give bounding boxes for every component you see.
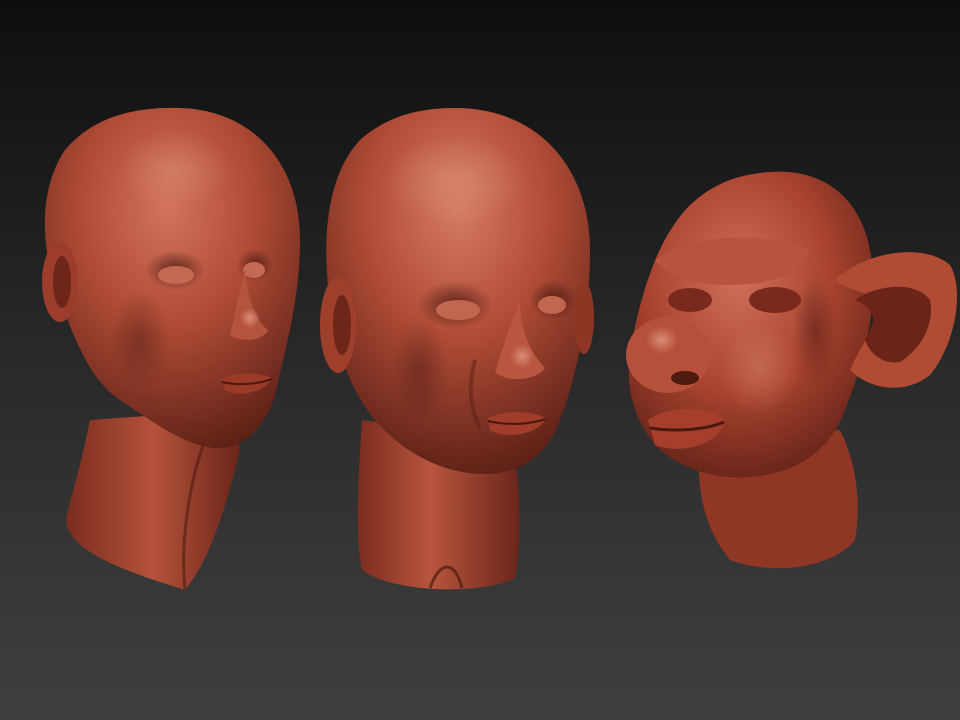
head-left-eye-right: [243, 262, 265, 278]
head-right-cheek: [720, 325, 800, 415]
head-left-eye-left: [158, 266, 194, 284]
head-left[interactable]: [42, 107, 301, 591]
head-center-ear-left-inner: [333, 295, 351, 355]
head-left-nose-highlight: [240, 308, 260, 328]
viewport-canvas[interactable]: [0, 0, 960, 720]
head-right-eye-right: [749, 287, 801, 313]
head-right-eye-left: [668, 288, 712, 312]
head-center-forehead-highlight: [385, 135, 525, 225]
head-right-temple-shadow: [793, 275, 837, 385]
head-left-ear-inner: [53, 256, 71, 308]
head-right-nostril: [671, 371, 699, 385]
head-right[interactable]: [626, 171, 958, 569]
head-right-nose-highlight: [646, 326, 678, 354]
head-center-eye-right: [538, 296, 566, 314]
head-center[interactable]: [320, 108, 594, 590]
head-left-forehead-highlight: [120, 130, 230, 210]
head-center-nose-highlight: [510, 344, 534, 368]
head-center-cheek-shadow: [392, 315, 448, 425]
sculpt-viewport[interactable]: [0, 0, 960, 720]
head-left-cheek-shadow: [110, 290, 170, 390]
head-center-ear-right: [574, 282, 594, 354]
head-center-eye-left: [436, 300, 480, 320]
